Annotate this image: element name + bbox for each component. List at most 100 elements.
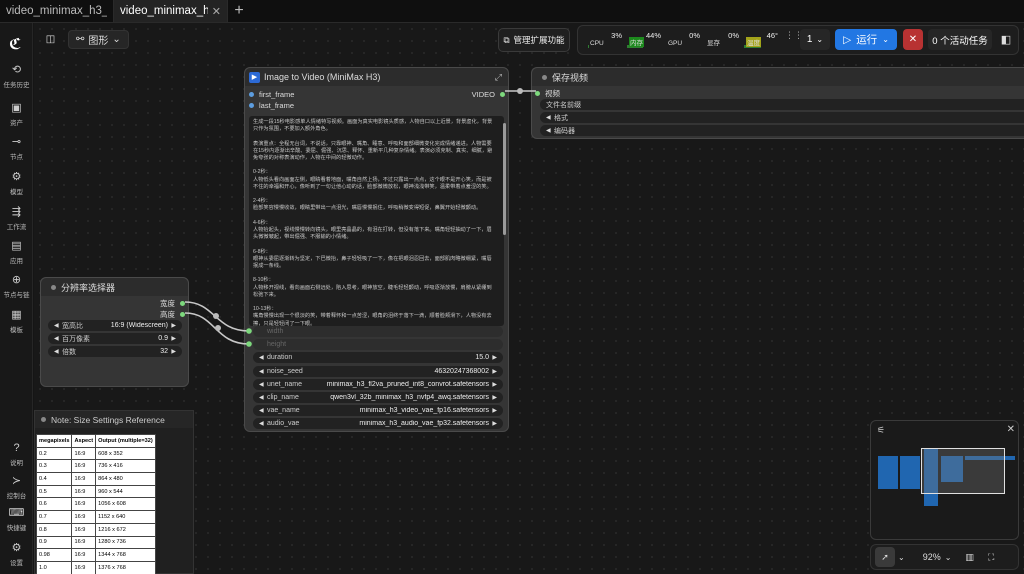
arrow-left-icon[interactable]: ◀ — [54, 335, 62, 342]
node-header[interactable]: Note: Size Settings Reference — [35, 411, 193, 428]
resolution-selector-node[interactable]: 分辨率选择器 宽度 高度 ◀ 宽高比 16:9 (Widescreen) ▶ ◀ 百万像素… — [40, 277, 189, 387]
select-tool-button[interactable]: ➚ — [875, 547, 895, 567]
sidebar-item-console[interactable]: ≻ 控制台 — [0, 475, 33, 500]
input-slot-first-frame[interactable]: first_frame — [249, 90, 294, 99]
image-to-video-node[interactable]: ▶ Image to Video (MiniMax H3) ⤢ first_fr… — [244, 67, 509, 432]
arrow-left-icon[interactable]: ◀ — [259, 407, 267, 414]
sidebar-item-label: 模板 — [10, 327, 23, 334]
resource-meter: 内存 44% — [627, 30, 663, 48]
arrow-right-icon[interactable]: ▶ — [489, 420, 497, 427]
arrow-right-icon[interactable]: ▶ — [489, 381, 497, 388]
drag-handle-icon[interactable]: ⋮⋮ — [785, 30, 803, 50]
input-slot-video[interactable]: 视频 — [535, 88, 560, 99]
arrow-left-icon[interactable]: ◀ — [259, 381, 267, 388]
widget-duration[interactable]: ◀ duration 15.0 ▶ — [253, 352, 503, 364]
widget-vae-name[interactable]: ◀ vae_name minimax_h3_video_vae_fp16.safet… — [253, 405, 503, 417]
arrow-right-icon[interactable]: ▶ — [168, 322, 176, 329]
input-slot-last-frame[interactable]: last_frame — [249, 101, 294, 110]
res-widget[interactable]: ◀ 宽高比 16:9 (Widescreen) ▶ — [48, 320, 182, 331]
arrow-left-icon[interactable]: ◀ — [259, 354, 267, 361]
node-header[interactable]: 保存视频 — [532, 68, 1024, 86]
filename-prefix-field[interactable]: 文件名前缀 — [540, 99, 1024, 110]
queue-count-stepper[interactable]: 1 ⌄ — [800, 29, 830, 50]
close-icon: ✕ — [908, 34, 918, 45]
arrow-right-icon[interactable]: ▶ — [168, 348, 176, 355]
slot-dot[interactable] — [500, 92, 505, 97]
sidebar-item-apps[interactable]: ▤ 应用 — [0, 240, 33, 265]
zoom-control[interactable]: 92% ⌄ — [923, 552, 952, 562]
sidebar-item-node-library[interactable]: ⊕ 节点与链 — [0, 274, 33, 299]
minimap-header: ⚟ ✕ — [871, 421, 1020, 439]
tab-workflow-2[interactable]: video_minimax_h3_t... ✕ — [114, 0, 228, 22]
output-slot-width[interactable]: 宽度 — [160, 298, 185, 309]
slot-dot[interactable] — [249, 92, 254, 97]
output-slot-height[interactable]: 高度 — [160, 309, 185, 320]
close-icon[interactable]: ✕ — [212, 5, 221, 18]
app-logo-icon[interactable]: ℭ — [9, 35, 25, 53]
arrow-right-icon[interactable]: ▶ — [489, 407, 497, 414]
arrow-left-icon[interactable]: ◀ — [54, 348, 62, 355]
node-header[interactable]: ▶ Image to Video (MiniMax H3) ⤢ — [245, 68, 508, 86]
active-tasks-button[interactable]: 0 个活动任务 — [928, 29, 992, 50]
table-row: 1.0 16:9 1376 x 768 — [35, 560, 156, 574]
arrow-right-icon[interactable]: ▶ — [489, 394, 497, 401]
sidebar-item-workflow[interactable]: ⇶ 工作流 — [0, 206, 33, 231]
node-status-dot — [542, 74, 547, 80]
prompt-scrollbar[interactable] — [503, 123, 506, 235]
sidebar-item-history[interactable]: ⟲ 任务历史 — [0, 64, 33, 89]
table-cell: 1.0 — [35, 560, 73, 574]
sidebar-item-nodes[interactable]: ⊸ 节点 — [0, 136, 33, 161]
arrow-left-icon[interactable]: ◀ — [546, 127, 554, 134]
manage-extensions-button[interactable]: ⧉ 管理扩展功能 — [498, 28, 570, 52]
right-panel-toggle-button[interactable]: ◧ — [996, 29, 1016, 50]
arrow-right-icon[interactable]: ▶ — [489, 368, 497, 375]
arrow-left-icon[interactable]: ◀ — [259, 394, 267, 401]
run-button[interactable]: ▷ 运行 ⌄ — [835, 29, 897, 50]
arrow-right-icon[interactable]: ▶ — [168, 335, 176, 342]
codec-select[interactable]: ◀ 编码器 — [540, 125, 1024, 136]
sidebar-item-templates[interactable]: ▦ 模板 — [0, 309, 33, 334]
widget-height[interactable]: height — [253, 339, 503, 351]
prompt-textarea[interactable]: 生成一段15秒电影感单人情绪特写视频。画面为真实电影镜头质感，人物自口以上近景，… — [249, 116, 504, 326]
arrow-left-icon[interactable]: ◀ — [259, 420, 267, 427]
widget-noise-seed[interactable]: ◀ noise_seed 46320247368002 ▶ — [253, 365, 503, 377]
chevron-down-icon[interactable]: ⌄ — [898, 553, 905, 562]
minimap-viewport[interactable] — [921, 448, 1005, 494]
tab-workflow-1[interactable]: video_minimax_h3_i... — [0, 0, 114, 22]
expand-icon[interactable]: ⤢ — [495, 72, 502, 83]
arrow-left-icon[interactable]: ◀ — [259, 368, 267, 375]
sidebar-item-assets[interactable]: ▣ 资产 — [0, 102, 33, 127]
graph-mode-button[interactable]: ⚯ 图形 ⌄ — [68, 30, 129, 49]
output-slot-video[interactable]: VIDEO — [472, 90, 505, 99]
widget-width[interactable]: width — [253, 326, 503, 337]
canvas-toolbar: ◫ ⚯ 图形 ⌄ — [41, 30, 129, 49]
sidebar-item-settings[interactable]: ⚙ 设置 — [0, 542, 33, 567]
close-icon[interactable]: ✕ — [1007, 424, 1015, 435]
arrow-right-icon[interactable]: ▶ — [489, 354, 497, 361]
arrow-left-icon[interactable]: ◀ — [54, 322, 62, 329]
slot-dot[interactable] — [180, 312, 185, 317]
fit-view-icon[interactable]: ⛶ — [988, 552, 994, 563]
format-select[interactable]: ◀ 格式 — [540, 112, 1024, 123]
minimap[interactable]: ⚟ ✕ — [870, 420, 1019, 540]
arrow-left-icon[interactable]: ◀ — [546, 114, 554, 121]
sidebar-item-help[interactable]: ? 说明 — [0, 442, 33, 467]
node-header[interactable]: 分辨率选择器 — [41, 278, 188, 296]
widget-clip-name[interactable]: ◀ clip_name qwen3vl_32b_minimax_h3_nvfp4_a… — [253, 392, 503, 403]
note-node[interactable]: Note: Size Settings Reference megapixels… — [34, 410, 194, 574]
slot-dot[interactable] — [535, 91, 540, 96]
panel-toggle-button[interactable]: ◫ — [41, 30, 60, 49]
res-widget[interactable]: ◀ 百万像素 0.9 ▶ — [48, 333, 182, 344]
save-video-node[interactable]: 保存视频 视频 文件名前缀 ◀ 格式 ◀ 编码器 — [531, 67, 1024, 139]
slot-dot[interactable] — [180, 301, 185, 306]
widget-audio-vae[interactable]: ◀ audio_vae minimax_h3_audio_vae_fp32.safe… — [253, 418, 503, 430]
widget-unet-name[interactable]: ◀ unet_name minimax_h3_fl2va_pruned_int8_c… — [253, 378, 503, 390]
minimap-toggle-icon[interactable]: ▥ — [965, 552, 974, 563]
add-tab-button[interactable]: + — [228, 0, 250, 22]
sidebar-item-shortcut[interactable]: ⌨ 快捷键 — [0, 507, 33, 532]
slot-dot[interactable] — [249, 103, 254, 108]
minimap-settings-icon[interactable]: ⚟ — [877, 425, 885, 436]
res-widget[interactable]: ◀ 倍数 32 ▶ — [48, 346, 182, 357]
cancel-button[interactable]: ✕ — [903, 29, 923, 50]
sidebar-item-models[interactable]: ⚙ 模型 — [0, 171, 33, 196]
